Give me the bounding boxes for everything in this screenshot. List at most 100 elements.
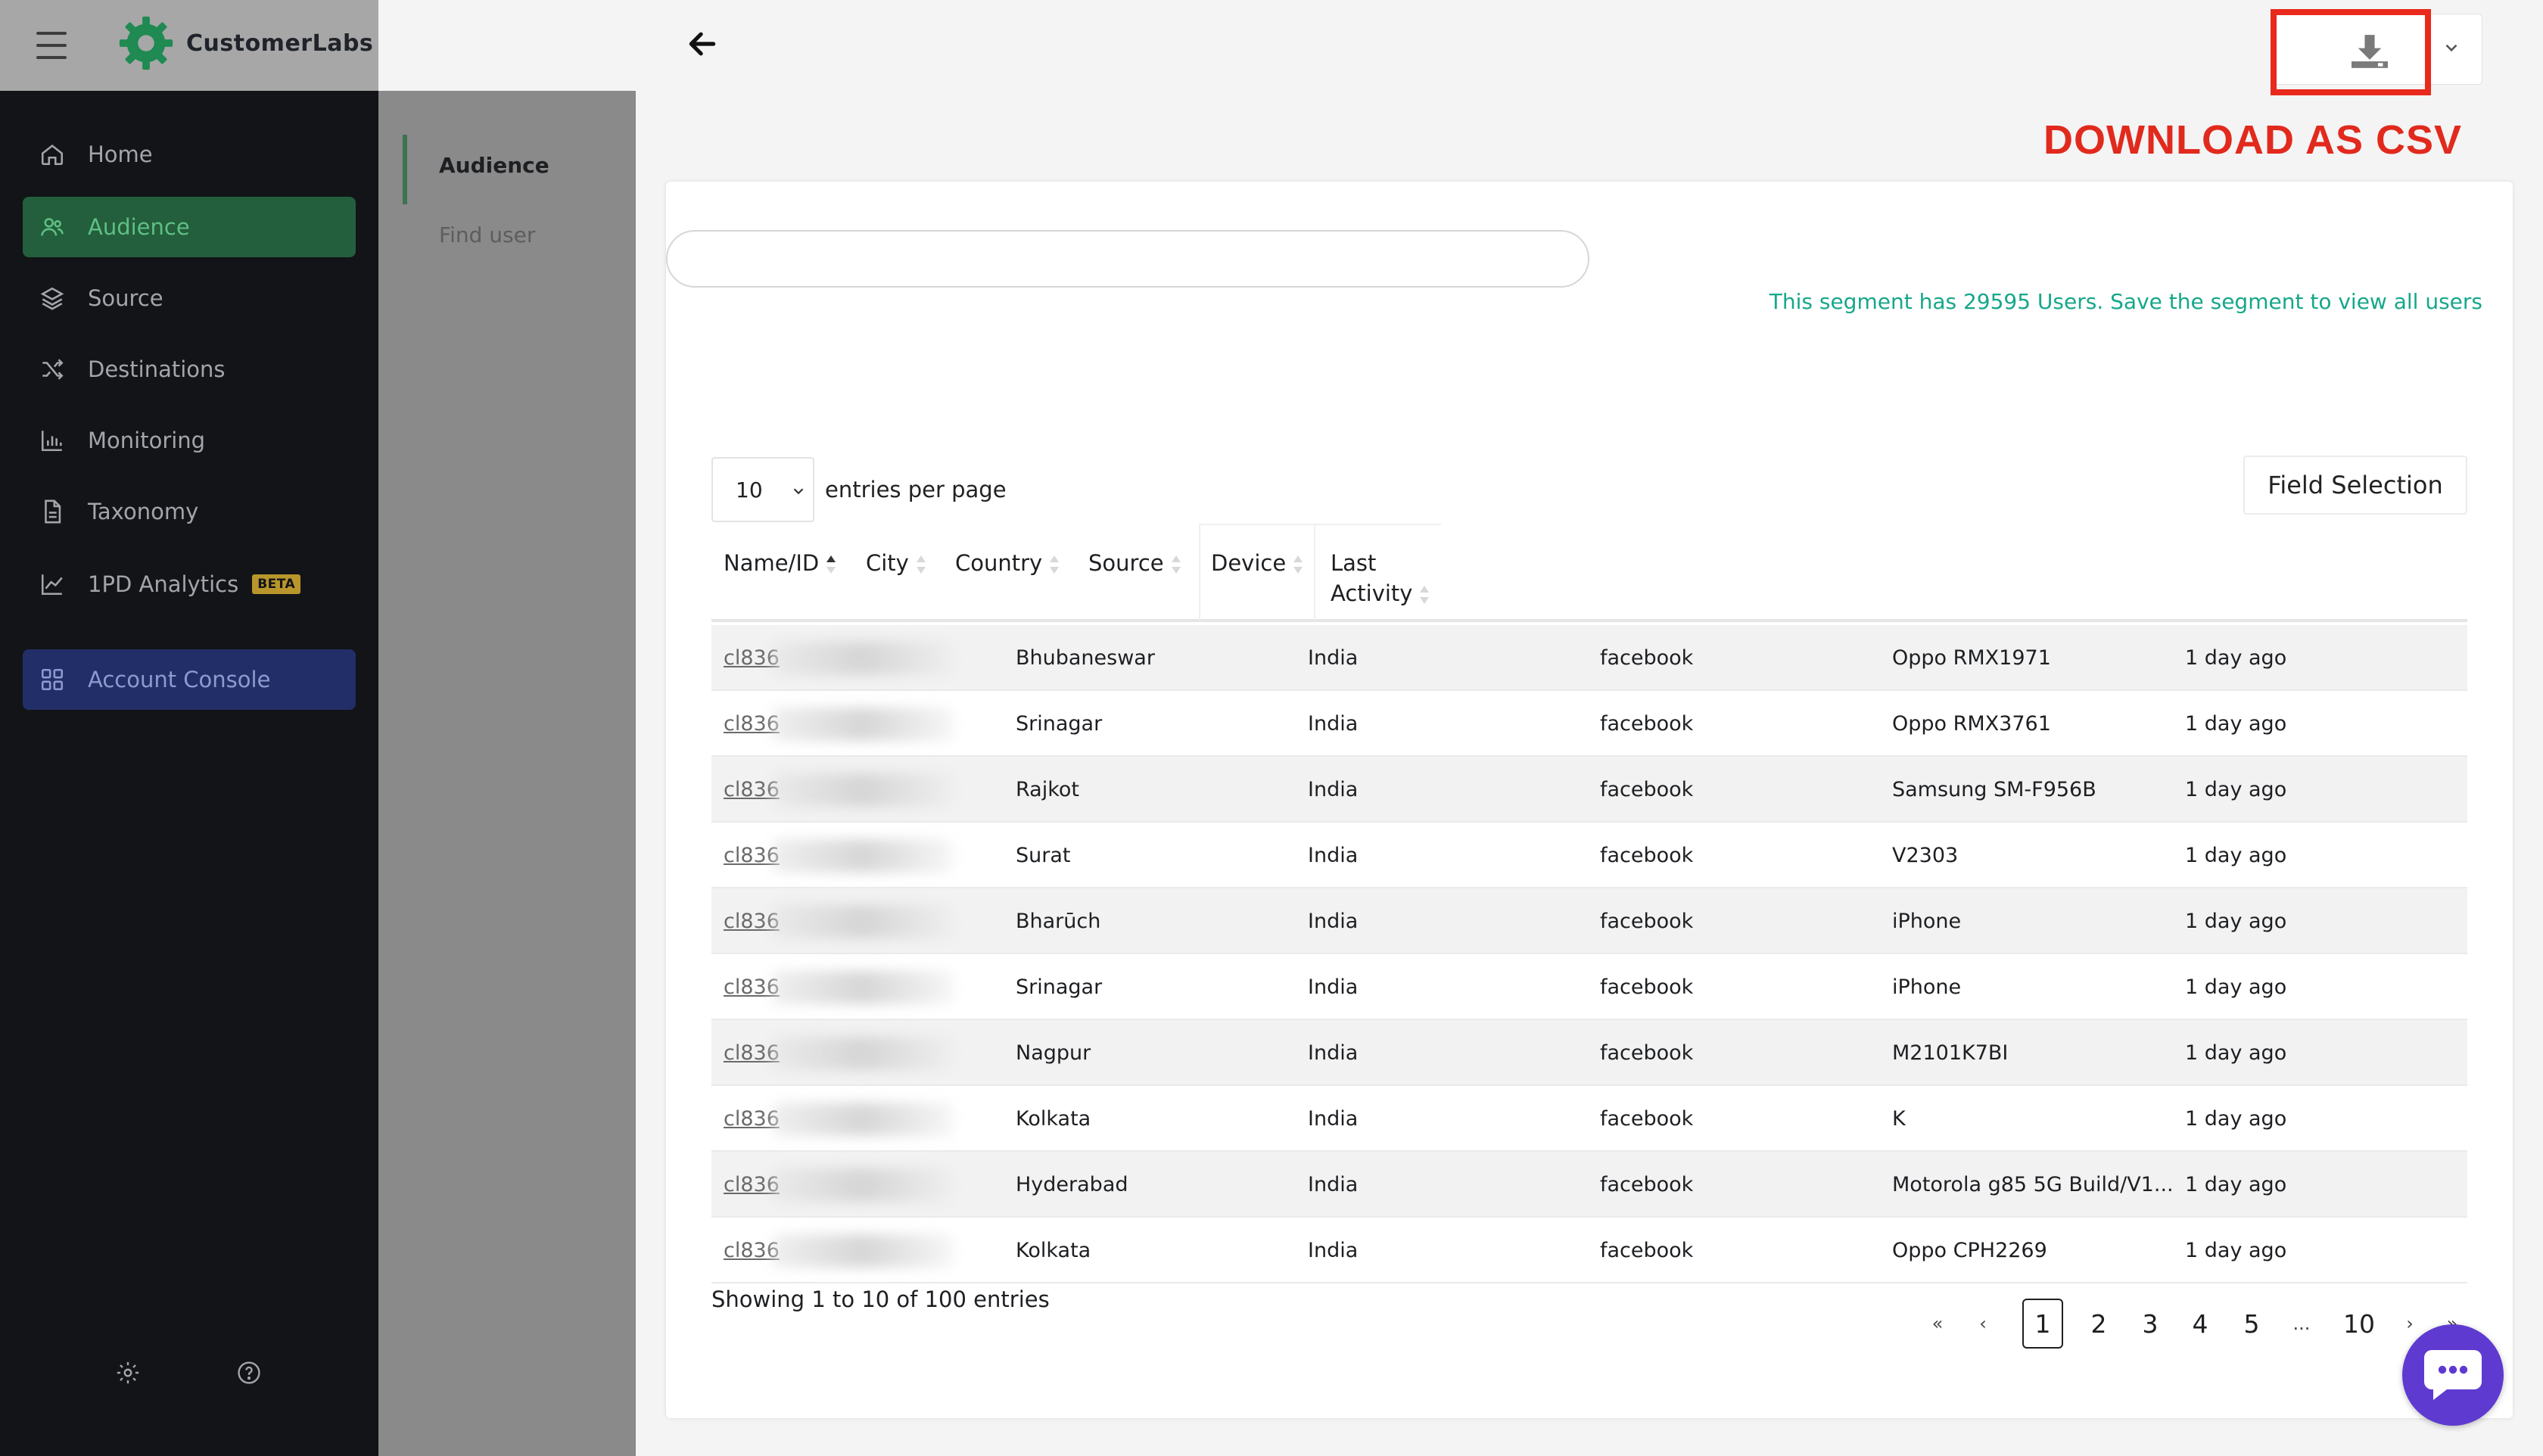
line-chart-icon xyxy=(39,571,65,597)
user-id-link[interactable]: cl836 xyxy=(724,888,780,954)
table-row: cl836 Kolkata India facebook K 1 day ago xyxy=(711,1086,2467,1152)
source-cell: facebook xyxy=(1600,975,1694,999)
sidebar-item-audience[interactable]: Audience xyxy=(23,197,356,257)
user-id-link[interactable]: cl836 xyxy=(724,757,780,823)
document-icon xyxy=(39,499,65,524)
entries-value: 10 xyxy=(736,477,763,502)
page-button-2[interactable]: 2 xyxy=(2078,1299,2119,1349)
source-cell: facebook xyxy=(1600,910,1694,933)
last-activity-cell: 1 day ago xyxy=(2185,1041,2287,1065)
device-cell: Samsung SM-F956B xyxy=(1892,778,2096,801)
source-cell: facebook xyxy=(1600,1173,1694,1196)
first-page-button[interactable]: « xyxy=(1922,1299,1953,1349)
last-activity-cell: 1 day ago xyxy=(2185,910,2287,933)
subnav-item-audience[interactable]: Audience xyxy=(439,153,549,178)
city-cell: Kolkata xyxy=(1016,1107,1091,1131)
field-selection-button[interactable]: Field Selection xyxy=(2243,456,2467,515)
subnav-item-find-user[interactable]: Find user xyxy=(439,222,535,247)
hamburger-menu-icon[interactable] xyxy=(36,32,67,59)
last-activity-cell: 1 day ago xyxy=(2185,646,2287,670)
sort-asc-icon xyxy=(826,555,836,574)
country-cell: India xyxy=(1308,778,1359,801)
user-id-link[interactable]: cl836 xyxy=(724,1086,780,1152)
device-cell: M2101K7BI xyxy=(1892,1041,2009,1065)
source-cell: facebook xyxy=(1600,778,1694,801)
sidebar-item-monitoring[interactable]: Monitoring xyxy=(23,410,356,471)
city-cell: Bhubaneswar xyxy=(1016,646,1155,670)
country-cell: India xyxy=(1308,975,1359,999)
source-cell: facebook xyxy=(1600,712,1694,736)
page-button-5[interactable]: 5 xyxy=(2231,1299,2272,1349)
back-arrow-icon[interactable] xyxy=(686,27,719,61)
country-cell: India xyxy=(1308,646,1359,670)
subnav-active-indicator xyxy=(403,135,407,204)
column-header-name-id[interactable]: Name/ID xyxy=(724,548,837,578)
user-id-link[interactable]: cl836 xyxy=(724,1218,780,1283)
country-cell: India xyxy=(1308,910,1359,933)
sidebar-item-label: Destinations xyxy=(88,356,226,382)
user-id-link[interactable]: cl836 xyxy=(724,954,780,1020)
last-activity-cell: 1 day ago xyxy=(2185,712,2287,736)
sidebar-item-source[interactable]: Source xyxy=(23,268,356,328)
column-header-last-activity[interactable]: Last Activity xyxy=(1331,548,1430,608)
sidebar-item-label: Source xyxy=(88,285,163,311)
sidebar: Home Audience Source Destinations Monito… xyxy=(0,91,378,1456)
user-id-link[interactable]: cl836 xyxy=(724,625,780,691)
column-label: Source xyxy=(1088,550,1164,576)
table-row: cl836 Rajkot India facebook Samsung SM-F… xyxy=(711,757,2467,823)
sidebar-item-1pd-analytics[interactable]: 1PD Analytics BETA xyxy=(23,554,356,614)
sidebar-item-label: Monitoring xyxy=(88,428,206,453)
help-icon[interactable] xyxy=(236,1360,262,1386)
country-cell: India xyxy=(1308,844,1359,867)
device-cell: Oppo RMX3761 xyxy=(1892,712,2051,736)
segment-search-input[interactable] xyxy=(666,230,1589,288)
layers-icon xyxy=(39,285,65,311)
redacted-id-blur xyxy=(772,1037,954,1070)
user-id-link[interactable]: cl836 xyxy=(724,691,780,757)
column-header-device[interactable]: Device xyxy=(1211,548,1304,578)
page-button-4[interactable]: 4 xyxy=(2180,1299,2221,1349)
sidebar-item-taxonomy[interactable]: Taxonomy xyxy=(23,481,356,542)
column-header-country[interactable]: Country xyxy=(955,548,1060,578)
chat-launcher-button[interactable] xyxy=(2402,1324,2504,1426)
page-button-1[interactable]: 1 xyxy=(2022,1299,2063,1349)
sidebar-item-account-console[interactable]: Account Console xyxy=(23,649,356,710)
user-id-link[interactable]: cl836 xyxy=(724,823,780,888)
redacted-id-blur xyxy=(772,773,954,807)
page-button-10[interactable]: 10 xyxy=(2333,1299,2386,1349)
segment-note: This segment has 29595 Users. Save the s… xyxy=(1769,289,2482,314)
column-header-city[interactable]: City xyxy=(866,548,927,578)
last-activity-cell: 1 day ago xyxy=(2185,1107,2287,1131)
user-id-link[interactable]: cl836 xyxy=(724,1020,780,1086)
device-cell: V2303 xyxy=(1892,844,1959,867)
last-activity-cell: 1 day ago xyxy=(2185,975,2287,999)
column-label: Name/ID xyxy=(724,550,820,576)
beta-badge: BETA xyxy=(252,574,301,594)
table-row: cl836 Srinagar India facebook iPhone 1 d… xyxy=(711,954,2467,1020)
country-cell: India xyxy=(1308,1107,1359,1131)
sidebar-item-home[interactable]: Home xyxy=(23,124,356,185)
sidebar-item-label: Account Console xyxy=(88,667,271,692)
sidebar-item-destinations[interactable]: Destinations xyxy=(23,339,356,400)
entries-per-page-select[interactable]: 10 xyxy=(711,457,814,522)
shuffle-icon xyxy=(39,356,65,382)
table-row: cl836 Nagpur India facebook M2101K7BI 1 … xyxy=(711,1020,2467,1086)
redacted-id-blur xyxy=(772,1234,954,1268)
gear-icon[interactable] xyxy=(115,1360,141,1386)
users-icon xyxy=(39,214,65,240)
chevron-down-icon xyxy=(793,488,804,495)
country-cell: India xyxy=(1308,1173,1359,1196)
user-id-link[interactable]: cl836 xyxy=(724,1152,780,1218)
column-label: City xyxy=(866,550,909,576)
chevron-down-icon[interactable] xyxy=(2442,38,2461,58)
column-header-source[interactable]: Source xyxy=(1088,548,1182,578)
sidebar-item-label: Audience xyxy=(88,214,190,240)
page-button-3[interactable]: 3 xyxy=(2130,1299,2171,1349)
prev-page-button[interactable]: ‹ xyxy=(1968,1299,1998,1349)
device-cell: Oppo RMX1971 xyxy=(1892,646,2051,670)
home-icon xyxy=(39,142,65,167)
source-cell: facebook xyxy=(1600,844,1694,867)
pagination-ellipsis: ... xyxy=(2292,1313,2311,1334)
entries-per-page-label: entries per page xyxy=(825,477,1007,502)
redacted-id-blur xyxy=(772,971,954,1004)
